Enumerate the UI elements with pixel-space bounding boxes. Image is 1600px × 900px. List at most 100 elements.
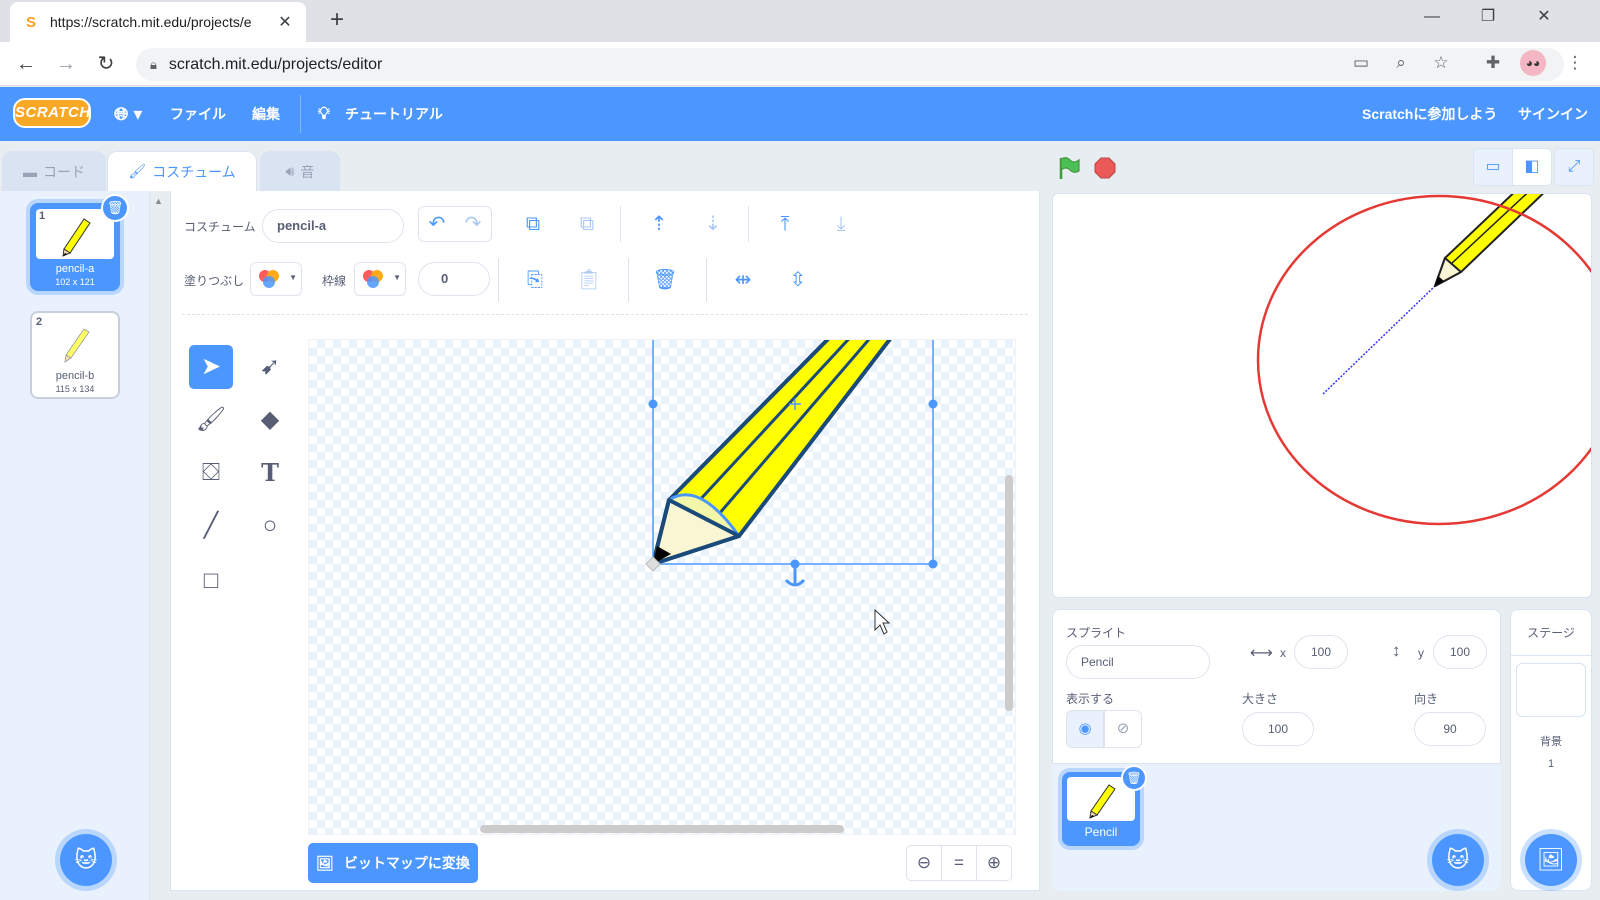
zoom-icon[interactable]: ⌕ <box>1388 50 1414 76</box>
paint-canvas[interactable] <box>308 339 1016 835</box>
restore-button[interactable]: ❐ <box>1460 0 1516 34</box>
backdrop-thumbnail <box>1516 663 1586 717</box>
outline-color-picker[interactable]: ▼ <box>354 262 406 296</box>
sprite-item-pencil[interactable]: Pencil 🗑︎ <box>1062 765 1147 846</box>
show-eye-icon[interactable]: ◉ <box>1066 710 1104 748</box>
text-tool-icon[interactable]: T <box>248 451 292 495</box>
costume-item-1[interactable]: 1 pencil-a 102 x 121 🗑︎ <box>30 194 129 291</box>
small-stage-icon[interactable]: ▭ <box>1473 148 1513 186</box>
ungroup-icon[interactable]: ⧉ <box>572 209 602 239</box>
bookmark-star-icon[interactable]: ☆ <box>1428 50 1454 76</box>
color-dots-icon <box>363 270 383 288</box>
delete-trash-icon[interactable]: 🗑︎ <box>1121 765 1147 791</box>
sprite-name-input[interactable]: Pencil <box>1066 645 1210 679</box>
undo-icon[interactable]: ↶ <box>422 209 452 239</box>
join-scratch-link[interactable]: Scratchに参加しよう <box>1362 87 1497 141</box>
image-icon: 🖼︎ <box>316 854 334 871</box>
fill-color-picker[interactable]: ▼ <box>250 262 302 296</box>
reload-icon[interactable]: ↻ <box>92 50 120 78</box>
tab-code[interactable]: ▬ コード <box>2 151 106 191</box>
convert-to-bitmap-button[interactable]: 🖼︎ ビットマップに変換 <box>308 843 478 883</box>
costume-name: pencil-a <box>55 263 95 275</box>
costume-name-input[interactable]: pencil-a <box>262 209 404 243</box>
choose-costume-cat-icon[interactable]: 🐱︎ <box>60 834 112 886</box>
menu-tutorials[interactable]: チュートリアル <box>345 87 443 141</box>
code-blocks-icon: ▬ <box>23 163 37 180</box>
horizontal-arrows-icon: ⟷ <box>1250 645 1273 662</box>
fullscreen-icon[interactable]: ⤢ <box>1554 148 1594 186</box>
stop-sign-icon[interactable] <box>1094 157 1116 179</box>
menu-divider <box>300 95 301 133</box>
menu-edit[interactable]: 編集 <box>252 87 280 141</box>
group-icon[interactable]: ⧉ <box>518 209 548 239</box>
scratch-menubar: SCRATCH 🌐︎ ▾ ファイル 編集 💡︎ チュートリアル Scratchに… <box>0 87 1600 141</box>
tab-sounds[interactable]: 🔊︎ 音 <box>260 151 340 191</box>
x-input[interactable]: 100 <box>1294 635 1348 669</box>
new-tab-button[interactable]: + <box>322 6 352 36</box>
forward-layer-icon[interactable]: ⇡ <box>644 209 674 239</box>
scroll-up-arrow-icon[interactable]: ▲ <box>154 196 163 206</box>
tab-title: https://scratch.mit.edu/projects/e <box>50 14 252 30</box>
outline-label: 枠線 <box>322 274 347 288</box>
costume-name-label: コスチューム <box>184 220 256 234</box>
scratch-logo[interactable]: SCRATCH <box>13 98 91 128</box>
rectangle-tool-icon[interactable]: □ <box>189 559 233 603</box>
minimize-button[interactable]: — <box>1404 0 1460 34</box>
outline-width-input[interactable]: 0 <box>418 262 490 296</box>
dropdown-arrow-icon: ▼ <box>393 273 401 282</box>
zoom-out-icon[interactable]: ⊖ <box>906 845 942 881</box>
forward-arrow-icon[interactable]: → <box>52 50 80 78</box>
profile-avatar[interactable]: ◕◕ <box>1520 50 1546 76</box>
back-arrow-icon[interactable]: ← <box>12 50 40 78</box>
delete-trash-icon[interactable]: 🗑︎ <box>650 265 680 295</box>
language-globe-icon[interactable]: 🌐︎ ▾ <box>114 87 142 141</box>
hide-eye-icon[interactable]: ⊘ <box>1104 710 1142 748</box>
copy-icon[interactable]: ⎘ <box>520 265 550 295</box>
y-input[interactable]: 100 <box>1433 635 1487 669</box>
stage-title: ステージ <box>1511 610 1591 656</box>
cast-icon[interactable]: ▭ <box>1348 50 1374 76</box>
pencil-thumbnail-icon <box>64 328 90 363</box>
show-label: 表示する <box>1066 692 1115 706</box>
x-label: x <box>1280 646 1286 660</box>
toolbar-divider <box>628 258 629 302</box>
tab-costumes[interactable]: 🖌︎ コスチューム <box>107 151 257 191</box>
flip-horizontal-icon[interactable]: ⇹ <box>728 265 758 295</box>
flip-vertical-icon[interactable]: ⇳ <box>783 265 813 295</box>
redo-icon[interactable]: ↷ <box>458 209 488 239</box>
canvas-horizontal-scrollbar[interactable] <box>480 825 844 833</box>
reshape-tool-icon[interactable]: ➹ <box>248 345 292 389</box>
costume-size: 102 x 121 <box>55 277 95 287</box>
brush-tool-icon[interactable]: 🖌︎ <box>189 398 233 442</box>
browser-menu-icon[interactable]: ⋮ <box>1562 50 1588 76</box>
green-flag-icon[interactable] <box>1057 156 1081 180</box>
back-layer-icon[interactable]: ⤓ <box>826 209 856 239</box>
delete-trash-icon[interactable]: 🗑︎ <box>101 194 129 222</box>
choose-backdrop-icon[interactable]: 🖼︎ <box>1525 834 1577 886</box>
paste-icon[interactable]: 📋︎ <box>574 265 604 295</box>
sign-in-link[interactable]: サインイン <box>1518 87 1588 141</box>
line-tool-icon[interactable]: ╱ <box>189 504 233 548</box>
window-close-button[interactable]: ✕ <box>1516 0 1572 34</box>
backward-layer-icon[interactable]: ⇣ <box>698 209 728 239</box>
select-tool-icon[interactable]: ➤ <box>189 345 233 389</box>
canvas-vertical-scrollbar[interactable] <box>1005 475 1013 711</box>
extensions-puzzle-icon[interactable]: ✚ <box>1480 50 1506 76</box>
stage-canvas[interactable] <box>1052 193 1592 598</box>
zoom-reset-button[interactable]: = <box>941 845 977 881</box>
large-stage-icon[interactable]: ◧ <box>1512 148 1552 186</box>
circle-tool-icon[interactable]: ○ <box>248 504 292 548</box>
menu-file[interactable]: ファイル <box>170 87 226 141</box>
direction-input[interactable]: 90 <box>1414 712 1486 746</box>
front-layer-icon[interactable]: ⤒ <box>770 209 800 239</box>
browser-tab[interactable]: S https://scratch.mit.edu/projects/e ✕ <box>10 2 306 42</box>
zoom-in-icon[interactable]: ⊕ <box>976 845 1012 881</box>
size-input[interactable]: 100 <box>1242 712 1314 746</box>
costume-item-2[interactable]: 2 pencil-b 115 x 134 <box>30 311 120 399</box>
tab-costumes-label: コスチューム <box>152 163 236 180</box>
tab-close-icon[interactable]: ✕ <box>276 12 294 32</box>
eraser-tool-icon[interactable]: ◆ <box>248 398 292 442</box>
fill-bucket-tool-icon[interactable]: ⛋ <box>189 451 233 495</box>
convert-to-bitmap-label: ビットマップに変換 <box>343 855 470 871</box>
choose-sprite-cat-icon[interactable]: 🐱︎ <box>1432 834 1484 886</box>
